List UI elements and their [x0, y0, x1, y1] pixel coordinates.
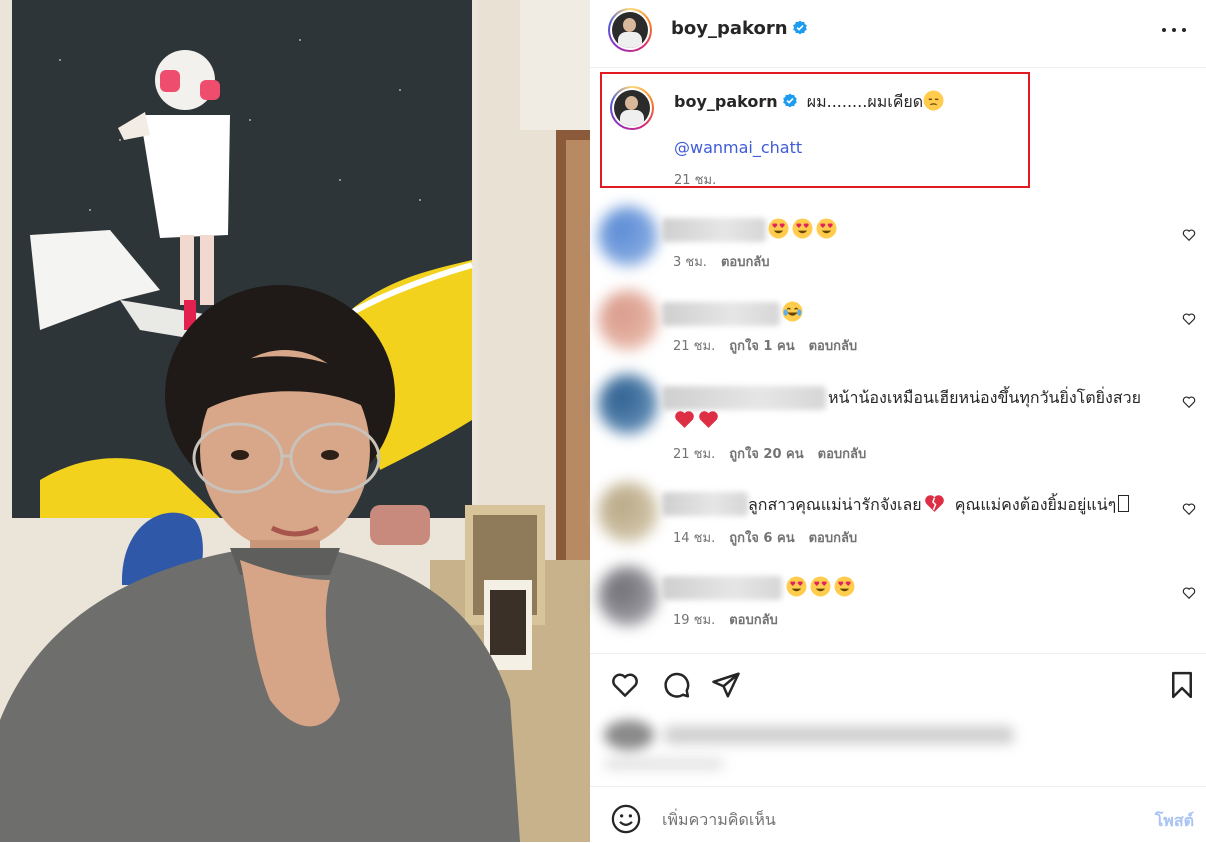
- commenter-avatar[interactable]: [598, 482, 658, 542]
- post-header: boy_pakorn: [590, 0, 1206, 68]
- post-action-bar: [590, 653, 1206, 716]
- comment-text-continued: คุณแม่คงต้องยิ้มอยู่แน่ๆ: [954, 495, 1117, 514]
- comment-item: หน้าน้องเหมือนเฮียหน่องขึ้นทุกวันยิ่งโตย…: [590, 368, 1206, 474]
- comment-emojis: [674, 409, 722, 430]
- comment-timestamp: 21 ชม.: [673, 447, 716, 462]
- author-username[interactable]: boy_pakorn: [671, 18, 788, 39]
- comment-like-heart-icon[interactable]: [1182, 395, 1196, 409]
- comment-input[interactable]: [660, 801, 1124, 837]
- caption-mention-link[interactable]: @wanmai_chatt: [674, 138, 802, 157]
- comment-meta: 21 ชม. ถูกใจ 1 คน ตอบกลับ: [673, 335, 857, 356]
- comment-item: ลูกสาวคุณแม่น่ารักจังเลย คุณแม่คงต้องยิ้…: [590, 476, 1206, 558]
- pensive-face-emoji-icon: [923, 90, 944, 111]
- caption-author-username[interactable]: boy_pakorn: [674, 92, 778, 111]
- send-icon[interactable]: [711, 670, 741, 700]
- comment-composer: โพสต์: [590, 786, 1206, 843]
- bookmark-icon[interactable]: [1167, 670, 1197, 700]
- author-username-row: boy_pakorn: [671, 18, 808, 39]
- comment-emojis: [782, 301, 806, 322]
- heart-eyes-emoji-icon: [810, 576, 831, 597]
- comment-item: 3 ชม. ตอบกลับ: [590, 200, 1206, 282]
- comment-timestamp: 19 ชม.: [673, 613, 716, 628]
- commenter-username-blurred[interactable]: [662, 386, 826, 410]
- comment-like-count[interactable]: ถูกใจ 20 คน: [729, 447, 803, 462]
- reply-button[interactable]: ตอบกลับ: [818, 447, 867, 462]
- smiley-icon[interactable]: [611, 804, 641, 834]
- comment-like-heart-icon[interactable]: [1182, 586, 1196, 600]
- commenter-username-blurred[interactable]: [662, 492, 748, 516]
- post-detail-panel: boy_pakorn boy_pakorn ผม........ผมเคียด …: [590, 0, 1206, 842]
- post-comment-button[interactable]: โพสต์: [1155, 809, 1194, 834]
- red-heart-emoji-icon: [675, 411, 694, 428]
- comment-timestamp: 21 ชม.: [673, 339, 716, 354]
- heart-eyes-emoji-icon: [816, 218, 837, 239]
- comment-like-heart-icon[interactable]: [1182, 312, 1196, 326]
- verified-badge-icon: [792, 20, 807, 35]
- reply-button[interactable]: ตอบกลับ: [729, 613, 778, 628]
- comment-like-count[interactable]: ถูกใจ 6 คน: [729, 531, 794, 546]
- caption-text: ผม........ผมเคียด: [806, 92, 924, 111]
- post-photo[interactable]: [0, 0, 590, 842]
- comment-text: หน้าน้องเหมือนเฮียหน่องขึ้นทุกวันยิ่งโตย…: [828, 388, 1141, 407]
- comment-timestamp: 3 ชม.: [673, 255, 707, 270]
- comment-icon[interactable]: [661, 670, 691, 700]
- comment-meta: 3 ชม. ตอบกลับ: [673, 251, 770, 272]
- heart-eyes-emoji-icon: [768, 218, 789, 239]
- red-heart-emoji-icon: [699, 411, 718, 428]
- caption-timestamp: 21 ชม.: [674, 173, 717, 188]
- caption-author-avatar[interactable]: [610, 86, 654, 130]
- tears-of-joy-emoji-icon: [782, 301, 803, 322]
- comment-like-count[interactable]: ถูกใจ 1 คน: [729, 339, 794, 354]
- comment-item: 21 ชม. ถูกใจ 1 คน ตอบกลับ: [590, 284, 1206, 366]
- heart-eyes-emoji-icon: [792, 218, 813, 239]
- reply-button[interactable]: ตอบกลับ: [809, 339, 858, 354]
- commenter-avatar[interactable]: [598, 374, 658, 434]
- comment-like-heart-icon[interactable]: [1182, 228, 1196, 242]
- heart-icon[interactable]: [610, 670, 640, 700]
- more-options-icon[interactable]: [1162, 18, 1186, 42]
- commenter-username-blurred[interactable]: [662, 576, 782, 600]
- post-photo-illustration: [0, 0, 590, 842]
- comment-meta: 21 ชม. ถูกใจ 20 คน ตอบกลับ: [673, 443, 866, 464]
- comment-meta: 14 ชม. ถูกใจ 6 คน ตอบกลับ: [673, 527, 857, 548]
- author-avatar[interactable]: [608, 8, 652, 52]
- missing-glyph-box: [1118, 495, 1130, 512]
- verified-badge-icon: [782, 93, 797, 108]
- comment-timestamp: 14 ชม.: [673, 531, 716, 546]
- commenter-avatar[interactable]: [598, 206, 658, 266]
- commenter-username-blurred[interactable]: [662, 302, 780, 326]
- caption: boy_pakorn ผม........ผมเคียด: [674, 90, 947, 115]
- broken-heart-emoji-icon: [924, 495, 944, 512]
- heart-eyes-emoji-icon: [786, 576, 807, 597]
- liked-by-summary-blurred[interactable]: [600, 714, 1030, 776]
- heart-eyes-emoji-icon: [834, 576, 855, 597]
- comment-meta: 19 ชม. ตอบกลับ: [673, 609, 778, 630]
- comment-text: ลูกสาวคุณแม่น่ารักจังเลย: [748, 495, 922, 514]
- comment-emojis: [786, 576, 858, 597]
- comment-emojis: [768, 218, 840, 239]
- commenter-avatar[interactable]: [598, 290, 658, 350]
- reply-button[interactable]: ตอบกลับ: [721, 255, 770, 270]
- comment-like-heart-icon[interactable]: [1182, 502, 1196, 516]
- commenter-username-blurred[interactable]: [662, 218, 766, 242]
- comment-item: 19 ชม. ตอบกลับ: [590, 560, 1206, 642]
- commenter-avatar[interactable]: [598, 566, 658, 626]
- reply-button[interactable]: ตอบกลับ: [809, 531, 858, 546]
- comment-text-row: ลูกสาวคุณแม่น่ารักจังเลย คุณแม่คงต้องยิ้…: [748, 493, 1130, 518]
